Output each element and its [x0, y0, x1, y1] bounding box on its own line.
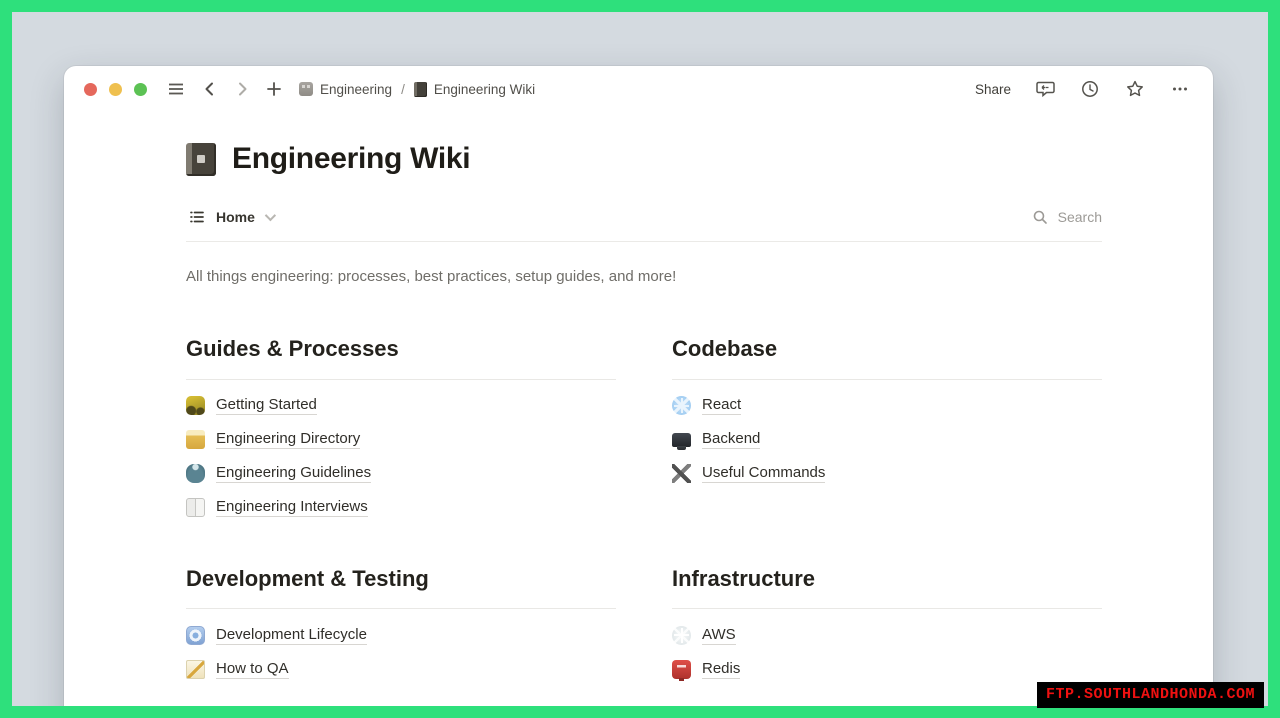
- zoom-window-button[interactable]: [134, 82, 147, 96]
- page-link-label: Getting Started: [216, 396, 317, 416]
- breadcrumb-workspace[interactable]: Engineering: [299, 82, 392, 97]
- list-view-icon: [186, 206, 208, 228]
- share-button[interactable]: Share: [975, 82, 1011, 97]
- section-infrastructure: Infrastructure AWS Redis: [672, 565, 1102, 687]
- page-link-label: How to QA: [216, 659, 289, 679]
- new-page-icon[interactable]: [263, 78, 285, 100]
- hammer-wrench-icon: [672, 464, 691, 484]
- chevron-down-icon: [264, 209, 276, 222]
- desktop-icon: [672, 433, 691, 451]
- view-tabs-row: Home Search: [186, 206, 1102, 228]
- section-codebase: Codebase React Backend Useful Commands: [672, 335, 1102, 525]
- wiki-sections-grid: Guides & Processes Getting Started Enginee…: [186, 335, 1102, 686]
- tractor-icon: [186, 396, 205, 416]
- workspace-icon: [299, 82, 313, 96]
- desktop-background: Engineering / Engineering Wiki Share Eng…: [12, 12, 1268, 706]
- page-link-react[interactable]: React: [672, 389, 1102, 423]
- snowflake-icon: [672, 625, 691, 645]
- tab-home[interactable]: Home: [186, 206, 276, 228]
- section-item-list: AWS Redis: [672, 618, 1102, 686]
- page-link-backend[interactable]: Backend: [672, 423, 1102, 457]
- postbox-icon: [672, 659, 691, 681]
- section-item-list: Getting Started Engineering Directory Engi…: [186, 389, 616, 525]
- back-icon[interactable]: [199, 78, 221, 100]
- page-content: Engineering Wiki Home Search All things …: [64, 142, 1213, 686]
- section-divider: [672, 378, 1102, 380]
- page-link-aws[interactable]: AWS: [672, 618, 1102, 652]
- watermark: FTP.SOUTHLANDHONDA.COM: [1036, 682, 1264, 708]
- pot-icon: [186, 464, 205, 484]
- page-link-label: AWS: [702, 625, 736, 645]
- forward-icon[interactable]: [231, 78, 253, 100]
- page-title: Engineering Wiki: [232, 142, 471, 175]
- notion-window: Engineering / Engineering Wiki Share Eng…: [64, 66, 1213, 706]
- breadcrumb: Engineering / Engineering Wiki: [299, 81, 536, 97]
- memo-icon: [186, 659, 205, 679]
- section-item-list: Development Lifecycle How to QA: [186, 618, 616, 686]
- window-toolbar: Engineering / Engineering Wiki Share: [64, 66, 1213, 112]
- page-link-engineering-directory[interactable]: Engineering Directory: [186, 423, 616, 457]
- section-divider: [186, 608, 616, 610]
- tab-home-label: Home: [216, 209, 255, 225]
- minimize-window-button[interactable]: [109, 82, 122, 96]
- search-icon: [1029, 206, 1051, 228]
- section-item-list: React Backend Useful Commands: [672, 389, 1102, 491]
- section-divider: [672, 608, 1102, 610]
- open-book-icon: [186, 498, 205, 518]
- traffic-lights: [84, 82, 147, 96]
- page-link-label: Development Lifecycle: [216, 625, 367, 645]
- page-link-getting-started[interactable]: Getting Started: [186, 389, 616, 423]
- section-title: Development & Testing: [186, 565, 429, 591]
- page-link-how-to-qa[interactable]: How to QA: [186, 652, 616, 686]
- page-link-label: Redis: [702, 659, 741, 679]
- search-input[interactable]: Search: [1029, 206, 1102, 228]
- comments-icon[interactable]: [1034, 78, 1056, 100]
- page-link-engineering-guidelines[interactable]: Engineering Guidelines: [186, 457, 616, 491]
- breadcrumb-page-label: Engineering Wiki: [433, 81, 536, 97]
- breadcrumb-page[interactable]: Engineering Wiki: [413, 81, 536, 97]
- section-guides-processes: Guides & Processes Getting Started Enginee…: [186, 335, 616, 525]
- page-link-useful-commands[interactable]: Useful Commands: [672, 457, 1102, 491]
- section-development-testing: Development & Testing Development Lifecyc…: [186, 565, 616, 687]
- page-link-engineering-interviews[interactable]: Engineering Interviews: [186, 491, 616, 525]
- page-description: All things engineering: processes, best …: [186, 268, 677, 285]
- tabs-divider: [186, 241, 1102, 242]
- section-divider: [186, 378, 616, 380]
- page-link-label: Useful Commands: [702, 464, 826, 484]
- section-title: Guides & Processes: [186, 336, 399, 361]
- page-link-label: Engineering Directory: [216, 430, 361, 450]
- page-notebook-icon[interactable]: [186, 142, 216, 176]
- breadcrumb-separator: /: [401, 81, 405, 97]
- history-clock-icon[interactable]: [1079, 78, 1101, 100]
- breadcrumb-workspace-label: Engineering: [320, 81, 393, 97]
- notebook-icon: [413, 81, 427, 97]
- search-placeholder: Search: [1057, 209, 1102, 225]
- page-link-label: React: [702, 396, 742, 416]
- more-options-icon[interactable]: [1169, 78, 1191, 100]
- toolbar-actions: Share: [975, 78, 1191, 100]
- card-index-icon: [186, 430, 205, 450]
- page-title-row: Engineering Wiki: [186, 142, 1102, 176]
- section-title: Codebase: [672, 336, 778, 361]
- page-link-label: Backend: [702, 430, 761, 450]
- page-link-label: Engineering Guidelines: [216, 464, 372, 484]
- page-link-label: Engineering Interviews: [216, 498, 368, 518]
- favorite-star-icon[interactable]: [1124, 78, 1146, 100]
- close-window-button[interactable]: [84, 82, 97, 96]
- section-title: Infrastructure: [672, 565, 816, 591]
- page-link-development-lifecycle[interactable]: Development Lifecycle: [186, 618, 616, 652]
- atom-icon: [672, 396, 691, 416]
- sidebar-menu-icon[interactable]: [165, 78, 187, 100]
- cycle-icon: [186, 625, 205, 645]
